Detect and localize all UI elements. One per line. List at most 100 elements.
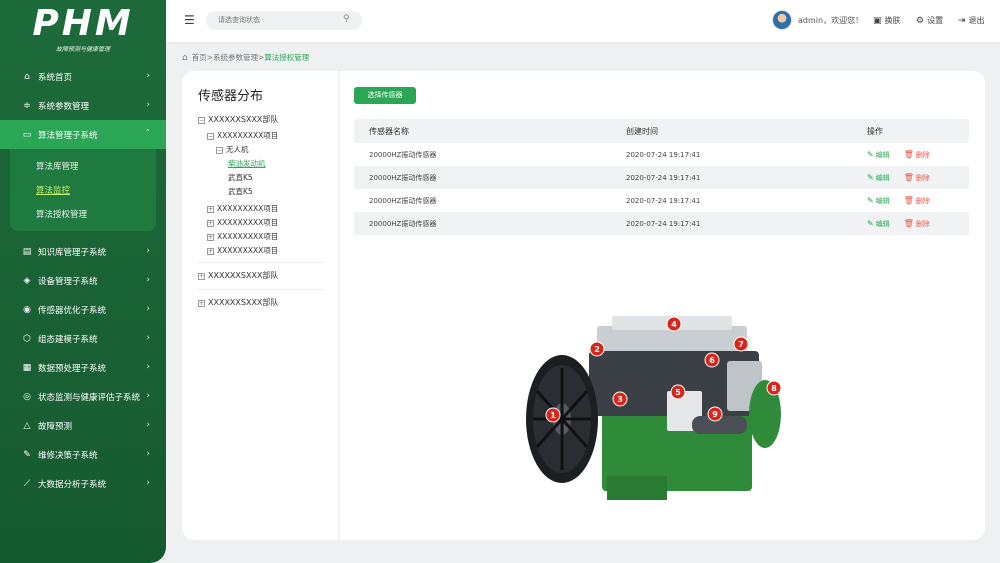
delete-button[interactable]: 🗑 删除 — [904, 150, 930, 160]
tree-label: XXXXXXXXX项目 — [217, 218, 279, 227]
expand-icon[interactable]: + — [198, 272, 205, 280]
collapse-icon[interactable]: − — [207, 132, 214, 140]
edit-button[interactable]: ✎ 编辑 — [867, 173, 890, 183]
nav-item-modeling[interactable]: ⬡ 组态建模子系统 › — [0, 324, 166, 353]
search-icon[interactable]: ⚲ — [343, 14, 350, 24]
warning-icon: △ — [23, 420, 31, 431]
tree-node-project[interactable]: + XXXXXXXXX项目 — [198, 244, 324, 258]
logout-icon: ⇥ — [958, 15, 966, 26]
algorithm-submenu: 算法库管理 算法监控 算法授权管理 — [10, 149, 156, 231]
sensor-marker-1[interactable]: 1 — [545, 407, 561, 423]
submenu-item-algorithm-auth[interactable]: 算法授权管理 — [10, 203, 156, 227]
avatar — [772, 10, 792, 30]
edit-button[interactable]: ✎ 编辑 — [867, 196, 890, 206]
tree-leaf[interactable]: 武直K5 — [198, 171, 324, 185]
edit-label: 编辑 — [875, 173, 890, 182]
nav-item-home[interactable]: ⌂ 系统首页 › — [0, 62, 166, 91]
nav-item-algorithm[interactable]: ▭ 算法管理子系统 ˄ — [0, 120, 166, 149]
cell-name: 20000HZ振动传感器 — [369, 150, 437, 159]
delete-button[interactable]: 🗑 删除 — [904, 173, 930, 183]
trash-icon: 🗑 — [903, 196, 914, 205]
divider — [198, 262, 324, 263]
edit-button[interactable]: ✎ 编辑 — [867, 150, 890, 160]
expand-icon[interactable]: + — [207, 205, 214, 213]
signal-icon: ◉ — [23, 304, 31, 315]
submenu-item-algorithm-monitor[interactable]: 算法监控 — [10, 179, 156, 203]
logo-title: PHM — [32, 3, 134, 44]
marker-label: 2 — [594, 345, 600, 354]
collapse-icon[interactable]: − — [216, 146, 223, 154]
tree-node-unit[interactable]: − XXXXXXSXXX部队 — [198, 111, 324, 129]
cell-name: 20000HZ振动传感器 — [369, 219, 437, 228]
sensor-marker-8[interactable]: 8 — [766, 380, 782, 396]
breadcrumb-home[interactable]: 首页 — [192, 52, 207, 63]
sensor-marker-9[interactable]: 9 — [707, 406, 723, 422]
tree-node-unit[interactable]: + XXXXXXSXXX部队 — [198, 294, 324, 312]
logo: PHM 故障预测与健康管理 — [0, 0, 166, 58]
edit-icon: ✎ — [867, 196, 874, 205]
expand-icon[interactable]: + — [198, 299, 205, 307]
sensor-marker-3[interactable]: 3 — [612, 391, 628, 407]
marker-label: 7 — [738, 340, 744, 349]
sensor-marker-5[interactable]: 5 — [670, 384, 686, 400]
nav-item-knowledge[interactable]: ▤ 知识库管理子系统 › — [0, 237, 166, 266]
tree-node-drone[interactable]: − 无人机 — [198, 143, 324, 157]
sliders-icon: ≑ — [23, 100, 31, 111]
breadcrumb: ⌂ 首页 > 系统参数管理 > 算法授权管理 — [182, 52, 309, 63]
chevron-right-icon: › — [146, 333, 150, 343]
palette-icon: ▣ — [873, 15, 882, 26]
settings-label: 设置 — [927, 16, 944, 25]
sensor-marker-7[interactable]: 7 — [733, 336, 749, 352]
logout-button[interactable]: ⇥ 退出 — [958, 15, 985, 26]
tree-leaf-diesel-engine[interactable]: 柴油发动机 — [198, 157, 324, 171]
tree-label: XXXXXXSXXX部队 — [208, 298, 279, 307]
select-sensor-button[interactable]: 选择传感器 — [354, 87, 416, 104]
expand-icon[interactable]: + — [207, 219, 214, 227]
collapse-icon[interactable]: − — [198, 116, 205, 124]
tree-node-project[interactable]: + XXXXXXXXX项目 — [198, 230, 324, 244]
topbar: ☰ ⚲ admin，欢迎您！ ▣换肤 ⚙设置 ⇥退出 — [166, 0, 1000, 42]
breadcrumb-level1[interactable]: 系统参数管理 — [213, 52, 258, 63]
nav-item-maintenance[interactable]: ✎ 维修决策子系统 › — [0, 440, 166, 469]
sensor-marker-4[interactable]: 4 — [666, 316, 682, 332]
tree-node-unit[interactable]: + XXXXXXSXXX部队 — [198, 267, 324, 285]
marker-label: 9 — [712, 410, 718, 419]
nav-label: 大数据分析子系统 — [38, 479, 107, 490]
chevron-up-icon: ˄ — [145, 129, 151, 139]
home-icon[interactable]: ⌂ — [182, 53, 188, 63]
menu-toggle-icon[interactable]: ☰ — [184, 14, 198, 26]
nav-item-fault-predict[interactable]: △ 故障预测 › — [0, 411, 166, 440]
nav-item-device[interactable]: ◈ 设备管理子系统 › — [0, 266, 166, 295]
sensor-tree: − XXXXXXSXXX部队 − XXXXXXXXX项目 − 无人机 柴油发动机 武直… — [198, 111, 324, 312]
settings-button[interactable]: ⚙ 设置 — [916, 15, 943, 26]
header-name: 传感器名称 — [369, 126, 409, 136]
nav-item-system-params[interactable]: ≑ 系统参数管理 › — [0, 91, 166, 120]
logout-label: 退出 — [968, 16, 985, 25]
tree-node-project[interactable]: + XXXXXXXXX项目 — [198, 216, 324, 230]
tree-node-project[interactable]: + XXXXXXXXX项目 — [198, 202, 324, 216]
submenu-item-algorithm-library[interactable]: 算法库管理 — [10, 155, 156, 179]
nav-item-bigdata[interactable]: ⟋ 大数据分析子系统 › — [0, 469, 166, 498]
sensor-marker-6[interactable]: 6 — [704, 352, 720, 368]
nav-item-health[interactable]: ◎ 状态监测与健康评估子系统 › — [0, 382, 166, 411]
delete-label: 删除 — [915, 196, 930, 205]
tree-leaf[interactable]: 武直K5 — [198, 185, 324, 199]
delete-button[interactable]: 🗑 删除 — [904, 219, 930, 229]
marker-label: 4 — [671, 320, 677, 329]
delete-label: 删除 — [915, 219, 930, 228]
chevron-right-icon: › — [146, 391, 150, 401]
skin-button[interactable]: ▣ 换肤 — [873, 15, 901, 26]
user-menu[interactable]: admin，欢迎您！ — [772, 10, 863, 30]
expand-icon[interactable]: + — [207, 247, 214, 255]
expand-icon[interactable]: + — [207, 233, 214, 241]
table-row: 20000HZ振动传感器 2020-07-24 19:17:41 ✎ 编辑 🗑 删除 — [354, 212, 969, 235]
edit-button[interactable]: ✎ 编辑 — [867, 219, 890, 229]
search-input[interactable] — [206, 11, 362, 30]
delete-button[interactable]: 🗑 删除 — [904, 196, 930, 206]
tree-node-project[interactable]: − XXXXXXXXX项目 — [198, 129, 324, 143]
nav-item-preprocess[interactable]: ▦ 数据预处理子系统 › — [0, 353, 166, 382]
nav-item-sensor-opt[interactable]: ◉ 传感器优化子系统 › — [0, 295, 166, 324]
sensor-table: 传感器名称 创建时间 操作 20000HZ振动传感器 2020-07-24 19… — [354, 119, 969, 235]
trash-icon: 🗑 — [903, 173, 914, 182]
sensor-marker-2[interactable]: 2 — [589, 341, 605, 357]
